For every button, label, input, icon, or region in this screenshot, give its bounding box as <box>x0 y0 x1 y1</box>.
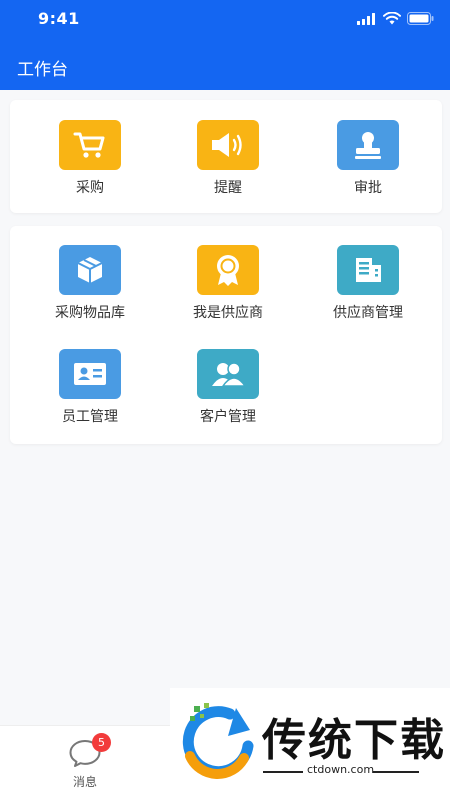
tab-messages[interactable]: 5 消息 <box>55 730 115 798</box>
grid-item-customer-management[interactable]: 客户管理 <box>156 349 300 449</box>
management-card: 采购物品库 我是供应商 供应商管理 员工管理 客户管理 <box>10 226 442 444</box>
badge-ribbon-icon <box>197 245 259 295</box>
message-count-badge: 5 <box>92 733 111 752</box>
app-header: 9:41 工作台 <box>0 0 450 90</box>
page-title: 工作台 <box>17 60 68 80</box>
users-icon <box>197 349 259 399</box>
status-icons <box>357 12 434 25</box>
building-icon <box>337 245 399 295</box>
signal-icon <box>357 12 375 25</box>
watermark-divider-left <box>263 771 303 773</box>
speaker-icon <box>197 120 259 170</box>
quick-actions-card: 采购 提醒 审批 <box>10 100 442 213</box>
grid-item-purchase[interactable]: 采购 <box>18 120 162 220</box>
watermark-url: ctdown.com <box>307 763 375 776</box>
id-card-icon <box>59 349 121 399</box>
tab-messages-label: 消息 <box>72 775 97 789</box>
box-icon <box>59 245 121 295</box>
watermark: 传统下载 ctdown.com <box>170 688 450 800</box>
status-bar: 9:41 <box>0 0 450 40</box>
grid-item-purchase-library[interactable]: 采购物品库 <box>18 245 162 345</box>
grid-item-approval[interactable]: 审批 <box>296 120 440 220</box>
grid-item-supplier-management[interactable]: 供应商管理 <box>296 245 440 345</box>
watermark-text: 传统下载 <box>262 715 446 766</box>
status-time: 9:41 <box>38 9 80 28</box>
grid-item-reminder[interactable]: 提醒 <box>156 120 300 220</box>
wifi-icon <box>383 12 401 25</box>
watermark-divider-right <box>373 771 419 773</box>
grid-item-employee-management[interactable]: 员工管理 <box>18 349 162 449</box>
grid-item-i-am-supplier[interactable]: 我是供应商 <box>156 245 300 345</box>
battery-icon <box>407 12 434 25</box>
stamp-icon <box>337 120 399 170</box>
shopping-cart-icon <box>59 120 121 170</box>
watermark-logo <box>182 703 254 779</box>
